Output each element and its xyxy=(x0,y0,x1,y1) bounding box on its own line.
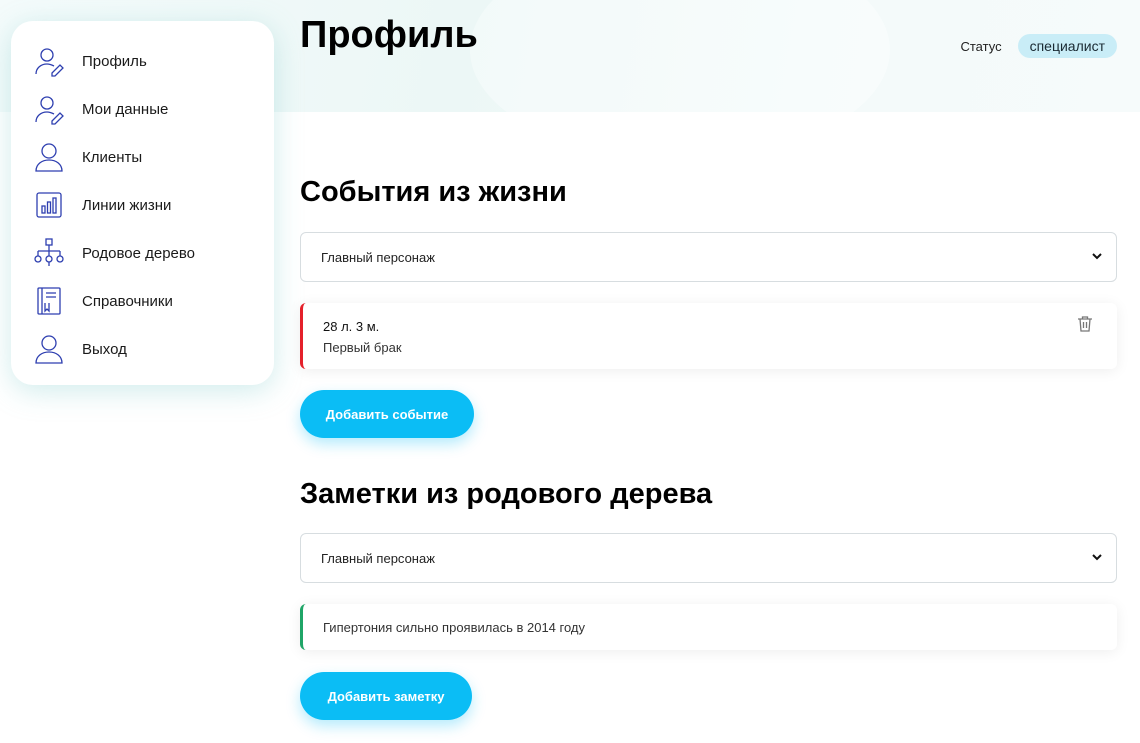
sidebar-item-life-lines[interactable]: Линии жизни xyxy=(11,181,274,229)
add-event-button[interactable]: Добавить событие xyxy=(300,390,474,438)
sidebar-item-reference[interactable]: Справочники xyxy=(11,277,274,325)
events-character-select[interactable]: Главный персонаж xyxy=(300,232,1117,282)
add-note-button[interactable]: Добавить заметку xyxy=(300,672,472,720)
chevron-down-icon xyxy=(1090,550,1104,567)
user-edit-icon xyxy=(33,45,65,77)
sidebar-item-label: Профиль xyxy=(82,52,147,70)
bar-chart-icon xyxy=(33,189,65,221)
book-icon xyxy=(33,285,65,317)
user-edit-icon xyxy=(33,93,65,125)
sidebar-item-label: Линии жизни xyxy=(82,196,172,214)
sidebar-item-clients[interactable]: Клиенты xyxy=(11,133,274,181)
note-card: Гипертония сильно проявилась в 2014 году xyxy=(300,604,1117,650)
sidebar-item-label: Клиенты xyxy=(82,148,143,166)
sidebar-item-my-data[interactable]: Мои данные xyxy=(11,85,274,133)
sidebar-item-profile[interactable]: Профиль xyxy=(11,37,274,85)
trash-icon[interactable] xyxy=(1077,315,1093,338)
chevron-down-icon xyxy=(1090,249,1104,266)
user-icon xyxy=(33,333,65,365)
status-label: Статус xyxy=(960,38,1002,54)
select-value: Главный персонаж xyxy=(321,249,435,265)
sidebar: Профиль Мои данные Клиенты Линии жизни Р… xyxy=(11,21,274,385)
note-text: Гипертония сильно проявилась в 2014 году xyxy=(323,619,585,635)
sidebar-item-logout[interactable]: Выход xyxy=(11,325,274,373)
page-title: Профиль xyxy=(300,14,478,56)
event-age: 28 л. 3 м. xyxy=(323,319,380,334)
select-value: Главный персонаж xyxy=(321,550,435,566)
sidebar-item-family-tree[interactable]: Родовое дерево xyxy=(11,229,274,277)
tree-icon xyxy=(33,237,65,269)
user-icon xyxy=(33,141,65,173)
status-badge: специалист xyxy=(1017,34,1117,58)
events-section-title: События из жизни xyxy=(300,176,567,208)
notes-character-select[interactable]: Главный персонаж xyxy=(300,533,1117,583)
sidebar-item-label: Мои данные xyxy=(82,100,169,118)
event-text: Первый брак xyxy=(323,340,402,355)
status: Статус специалист xyxy=(960,34,1117,58)
sidebar-item-label: Выход xyxy=(82,340,127,358)
sidebar-item-label: Родовое дерево xyxy=(82,244,196,262)
sidebar-item-label: Справочники xyxy=(82,292,173,310)
notes-section-title: Заметки из родового дерева xyxy=(300,478,713,510)
event-card: 28 л. 3 м. Первый брак xyxy=(300,303,1117,369)
